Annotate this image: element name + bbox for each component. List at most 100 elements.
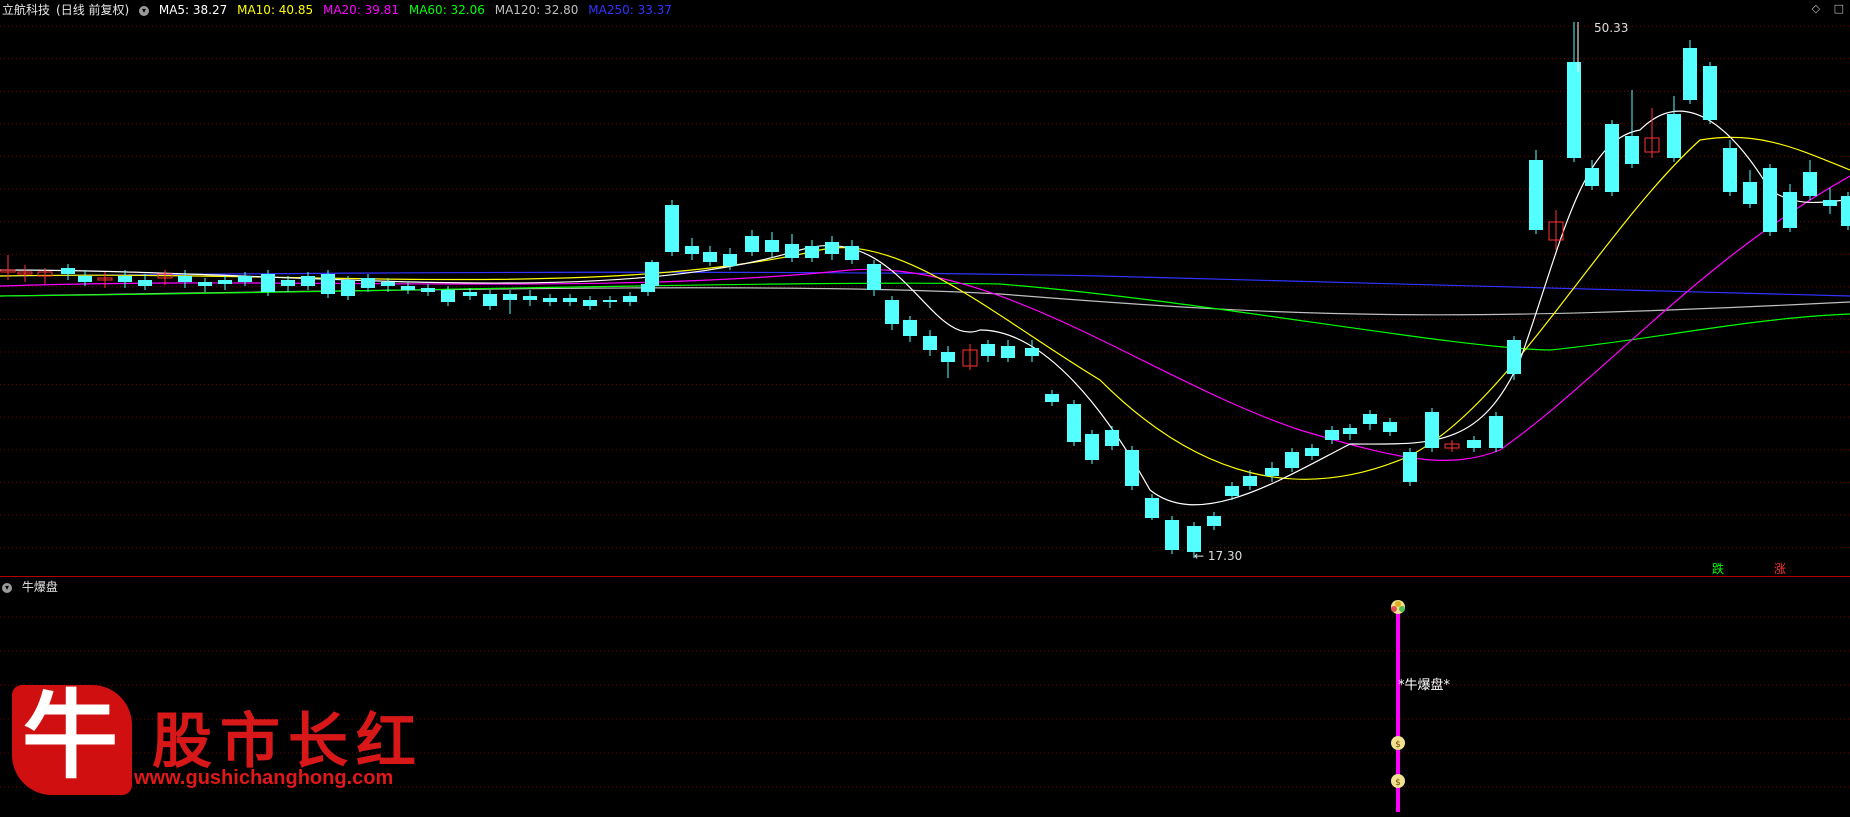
candle: [703, 246, 717, 266]
candle: [1285, 448, 1299, 472]
candle: [17, 265, 33, 282]
coin-icon: [1391, 600, 1405, 614]
candle: [603, 296, 617, 308]
money-bag-icon: $: [1391, 736, 1405, 750]
candle: [1548, 210, 1564, 250]
ma20-indicator: MA20: 39.81: [322, 3, 400, 17]
candle: [1045, 390, 1059, 406]
candle: [1207, 512, 1221, 530]
low-price-label: ← 17.30: [1194, 549, 1242, 563]
candle: [1467, 436, 1481, 452]
signal-label: *牛爆盘*: [1398, 677, 1451, 693]
candle: [1305, 444, 1319, 460]
candle: [1325, 426, 1339, 444]
chart-header: 立航科技 (日线 前复权) ▾ MA5: 38.27 MA10: 40.85 MA…: [2, 2, 678, 18]
candle: [1105, 426, 1119, 450]
candle: [805, 240, 819, 262]
square-icon[interactable]: □: [1834, 2, 1844, 15]
candle: [1489, 412, 1503, 452]
candle: [903, 316, 917, 342]
candle: [1265, 462, 1279, 482]
candle: [1363, 410, 1377, 430]
candle: [1383, 418, 1397, 436]
candle: [503, 290, 517, 314]
candle: [361, 274, 375, 292]
indicator-name[interactable]: 牛爆盘: [22, 580, 58, 594]
kline-chart-pane[interactable]: 50.33 ← 17.30 跌 涨 立航科技 (日线 前复权) ▾ MA5: 38…: [0, 0, 1850, 577]
candle: [138, 274, 152, 290]
candle: [845, 240, 859, 264]
ma10-indicator: MA10: 40.85: [237, 3, 314, 17]
candle: [1067, 400, 1081, 446]
candle: [962, 344, 978, 370]
kline-chart[interactable]: 50.33 ← 17.30 跌 涨: [0, 0, 1850, 577]
candle: [1001, 340, 1015, 362]
candle: [563, 294, 577, 306]
candle: [665, 200, 679, 256]
ma60-indicator: MA60: 32.06: [408, 3, 485, 17]
candle: [685, 238, 699, 260]
candle: [645, 260, 659, 290]
stock-name[interactable]: 立航科技 (日线 前复权): [2, 3, 129, 17]
candle: [745, 230, 759, 256]
candle: [867, 260, 881, 296]
candle: [1667, 96, 1681, 162]
candle: [421, 284, 435, 296]
candle: [1683, 40, 1697, 104]
candle: [1125, 446, 1139, 490]
candle: [1165, 516, 1179, 554]
candle: [178, 270, 192, 288]
moving-average-line: [0, 110, 1850, 506]
ma250-indicator: MA250: 33.37: [588, 3, 672, 17]
candle: [785, 234, 799, 262]
diamond-icon[interactable]: ◇: [1812, 2, 1820, 15]
indicator-header: ▾ 牛爆盘: [2, 579, 64, 595]
candle: [321, 270, 335, 298]
candle: [1403, 448, 1417, 486]
moving-average-line: [0, 175, 1850, 461]
svg-text:$: $: [1395, 740, 1401, 750]
money-bag-icon: $: [1391, 774, 1405, 788]
candle: [1605, 120, 1619, 196]
candle: [1425, 408, 1439, 452]
candle: [923, 330, 937, 356]
candle: [981, 340, 995, 362]
candle: [198, 278, 212, 292]
candle: [1343, 424, 1357, 440]
brand-url: www.gushichanghong.com: [134, 767, 394, 789]
candle: [483, 290, 497, 310]
candle: [623, 292, 637, 306]
dropdown-icon[interactable]: ▾: [139, 5, 150, 16]
svg-text:$: $: [1395, 778, 1401, 788]
candle: [825, 236, 839, 260]
ma5-indicator: MA5: 38.27: [158, 3, 228, 17]
ma120-indicator: MA120: 32.80: [494, 3, 579, 17]
candle: [1743, 170, 1757, 208]
brand-logo: 牛: [12, 681, 132, 795]
candle: [218, 276, 232, 290]
candle: [1841, 192, 1850, 230]
candle: [1723, 140, 1737, 196]
candle: [543, 294, 557, 306]
candle: [1507, 336, 1521, 380]
candle: [1529, 150, 1543, 234]
candle: [1644, 108, 1660, 158]
dropdown-icon[interactable]: ▾: [2, 582, 12, 593]
candle: [1783, 184, 1797, 232]
candle: [1145, 494, 1159, 520]
candle: [1085, 430, 1099, 464]
up-marker: 涨: [1774, 561, 1786, 576]
candle: [1625, 90, 1639, 168]
candle: [583, 296, 597, 310]
watermark: 牛 股市长红 www.gushichanghong.com: [12, 681, 432, 805]
down-marker: 跌: [1712, 561, 1724, 576]
candle: [1763, 164, 1777, 236]
candle: [1803, 160, 1817, 200]
candle: [1585, 160, 1599, 190]
window-buttons: ◇ □: [1802, 2, 1844, 15]
candle: [1823, 188, 1837, 214]
candle: [523, 290, 537, 306]
candle: [61, 264, 75, 280]
candle: [1703, 62, 1717, 124]
high-price-label: 50.33: [1594, 21, 1628, 35]
